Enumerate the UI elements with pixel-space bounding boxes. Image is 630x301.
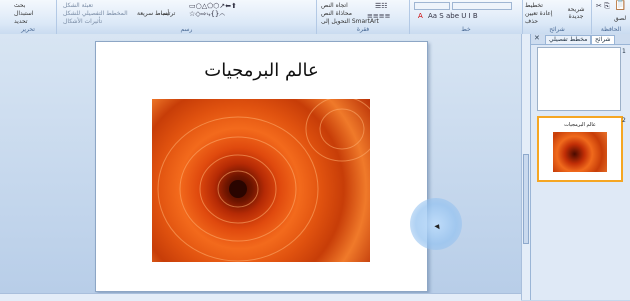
slide-thumbnail-1[interactable] [537,47,621,111]
ribbon-group-drawing: تعبئة الشكل المخطط التفصيلي للشكل تأثيرا… [57,0,317,34]
group-label-paragraph: فقرة [356,26,370,33]
align-text-button[interactable]: محاذاة النص [321,10,352,17]
slide-canvas[interactable]: عالم البرمجيات [95,41,428,292]
font-name-dropdown[interactable] [452,2,512,10]
group-label-slides: شرائح [549,26,565,33]
paste-icon[interactable]: 📋 [614,1,626,11]
group-label-font: خط [461,26,471,33]
slide-number-2: 2 [622,117,626,124]
font-color-icon[interactable]: A [418,12,423,20]
shapes-gallery-icon[interactable]: ▭○△⬠⬡↗⬅⬆ [189,2,237,10]
shapes-gallery-row2-icon[interactable]: ☆◇⇨⤷{}⌒ [189,10,225,18]
ribbon-group-paragraph: اتجاه النص محاذاة النص التحويل إلى Smart… [317,0,410,34]
vertical-scrollbar[interactable] [521,34,530,300]
font-size-dropdown[interactable] [414,2,450,10]
find-button[interactable]: بحث [14,2,25,9]
panel-tabs: ✕ مخطط تفصيلي شرائح [531,34,630,45]
reset-button[interactable]: إعادة تعيين [525,10,553,17]
replace-button[interactable]: استبدال [14,10,34,17]
thumbnail-2-title: عالم البرمجيات [564,122,596,128]
ribbon-group-clipboard: ✂ ⎘ 📋 لصق الحافظة [592,0,630,34]
shape-outline-button[interactable]: المخطط التفصيلي للشكل [63,10,128,17]
arrange-button[interactable]: ترتيب [161,10,175,17]
vertical-scrollbar-thumb[interactable] [523,154,529,244]
align-right-icon[interactable]: ≡≡≡≡ [367,12,390,20]
slides-panel: ✕ مخطط تفصيلي شرائح 1 عالم البرمجيات 2 [530,34,630,300]
paste-button[interactable]: لصق [614,15,626,22]
ribbon-group-editing: بحث استبدال تحديد تحرير [0,0,57,34]
bullets-icon[interactable]: ☰☷ [375,2,388,10]
cut-copy-icons[interactable]: ✂ ⎘ [596,2,610,10]
group-label-clipboard: الحافظة [600,26,622,33]
slide-title[interactable]: عالم البرمجيات [96,60,427,81]
tab-slides[interactable]: شرائح [591,35,615,44]
font-format-icons[interactable]: Aa S abe U I B [428,12,478,20]
group-label-drawing: رسم [180,26,193,33]
select-button[interactable]: تحديد [14,18,28,25]
text-direction-button[interactable]: اتجاه النص [321,2,348,9]
shape-fill-button[interactable]: تعبئة الشكل [63,2,93,9]
flower-image[interactable] [152,99,370,262]
group-label-editing: تحرير [21,26,35,33]
thumbnail-2-image [553,132,607,172]
shape-effects-button[interactable]: تأثيرات الأشكال [63,18,102,25]
slide-number-1: 1 [622,48,626,55]
ribbon-group-font: A Aa S abe U I B خط [410,0,523,34]
tab-outline[interactable]: مخطط تفصيلي [545,35,592,44]
delete-slide-button[interactable]: حذف [525,18,538,25]
layout-button[interactable]: تخطيط [525,2,543,9]
new-slide-button[interactable]: شريحة جديدة [565,6,587,20]
ribbon: بحث استبدال تحديد تحرير تعبئة الشكل المخ… [0,0,630,35]
close-panel-icon[interactable]: ✕ [534,34,540,42]
slide-thumbnail-2[interactable]: عالم البرمجيات [537,116,623,182]
ribbon-group-slides: تخطيط إعادة تعيين حذف شريحة جديدة شرائح [523,0,592,34]
